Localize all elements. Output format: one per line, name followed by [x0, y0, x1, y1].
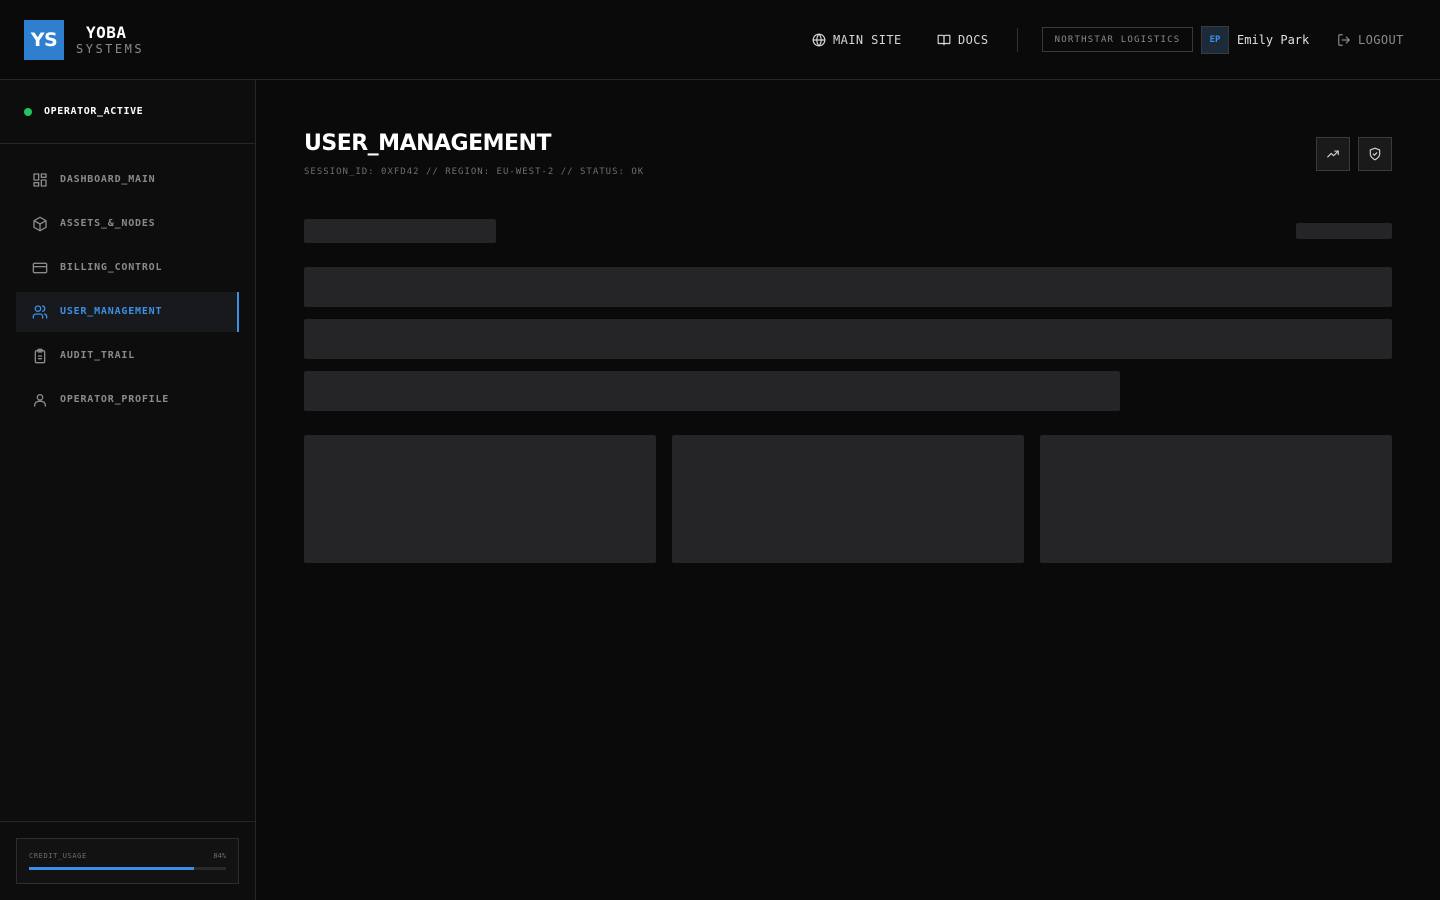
credit-usage-value: 84%: [213, 852, 226, 860]
skeleton-row: [304, 371, 1120, 411]
session-meta: SESSION_ID: 0XFD42 // REGION: EU-WEST-2 …: [304, 167, 645, 177]
logout-label: LOGOUT: [1358, 33, 1404, 47]
skeleton-row: [304, 267, 1392, 307]
top-header: YS YOBA SYSTEMS MAIN SITE DOCS NORTHSTAR…: [0, 0, 1440, 80]
dashboard-grid-icon: [33, 173, 47, 187]
shield-check-icon: [1369, 147, 1381, 161]
skeleton-row: [304, 319, 1392, 359]
sidebar-item-assets-nodes[interactable]: ASSETS_&_NODES: [16, 204, 239, 244]
trending-up-icon: [1327, 150, 1339, 158]
sidebar-item-user-management[interactable]: USER_MANAGEMENT: [16, 292, 239, 332]
book-open-icon: [937, 34, 951, 46]
logo-name: YOBA: [86, 23, 127, 42]
credit-usage-bar: [29, 867, 226, 870]
sidebar-item-billing-control[interactable]: BILLING_CONTROL: [16, 248, 239, 288]
skeleton-action: [1296, 223, 1392, 239]
docs-link[interactable]: DOCS: [937, 30, 989, 50]
sidebar-item-label: ASSETS_&_NODES: [60, 218, 156, 229]
sidebar-footer: CREDIT_USAGE 84%: [0, 821, 255, 900]
main-site-label: MAIN SITE: [833, 33, 902, 47]
status-label: OPERATOR_ACTIVE: [44, 106, 144, 117]
credit-card-icon: [32, 262, 48, 274]
operator-status: OPERATOR_ACTIVE: [0, 80, 255, 144]
header-divider: [1017, 28, 1018, 52]
sidebar-item-label: USER_MANAGEMENT: [60, 306, 163, 317]
skeleton-card: [1040, 435, 1392, 563]
security-button[interactable]: [1358, 137, 1392, 171]
status-dot-icon: [24, 108, 32, 116]
cube-icon: [33, 216, 47, 232]
avatar[interactable]: EP: [1201, 26, 1229, 54]
logo-mark[interactable]: YS: [24, 20, 64, 60]
sidebar: OPERATOR_ACTIVE DASHBOARD_MAIN ASSETS_&_…: [0, 80, 256, 900]
docs-label: DOCS: [958, 33, 989, 47]
skeleton-card: [672, 435, 1024, 563]
skeleton-search: [304, 219, 496, 243]
sidebar-item-audit-trail[interactable]: AUDIT_TRAIL: [16, 336, 239, 376]
logout-button[interactable]: LOGOUT: [1337, 30, 1404, 50]
analytics-button[interactable]: [1316, 137, 1350, 171]
sidebar-item-dashboard-main[interactable]: DASHBOARD_MAIN: [16, 160, 239, 200]
credit-usage-fill: [29, 867, 195, 870]
credit-usage-label: CREDIT_USAGE: [29, 852, 87, 860]
users-icon: [32, 305, 48, 319]
org-badge[interactable]: NORTHSTAR LOGISTICS: [1042, 27, 1193, 52]
main-site-link[interactable]: MAIN SITE: [812, 30, 902, 50]
page-title: USER_MANAGEMENT: [304, 131, 551, 156]
user-name[interactable]: Emily Park: [1237, 31, 1309, 49]
user-icon: [34, 394, 46, 407]
sidebar-item-label: AUDIT_TRAIL: [60, 350, 136, 361]
globe-icon: [812, 33, 826, 47]
credit-usage-widget: CREDIT_USAGE 84%: [16, 838, 239, 884]
logo-subtitle: SYSTEMS: [76, 42, 145, 56]
sidebar-item-operator-profile[interactable]: OPERATOR_PROFILE: [16, 380, 239, 420]
sidebar-item-label: OPERATOR_PROFILE: [60, 394, 170, 405]
sidebar-item-label: BILLING_CONTROL: [60, 262, 163, 273]
sidebar-item-label: DASHBOARD_MAIN: [60, 174, 156, 185]
clipboard-icon: [34, 348, 46, 364]
skeleton-card: [304, 435, 656, 563]
logout-icon: [1338, 34, 1350, 46]
